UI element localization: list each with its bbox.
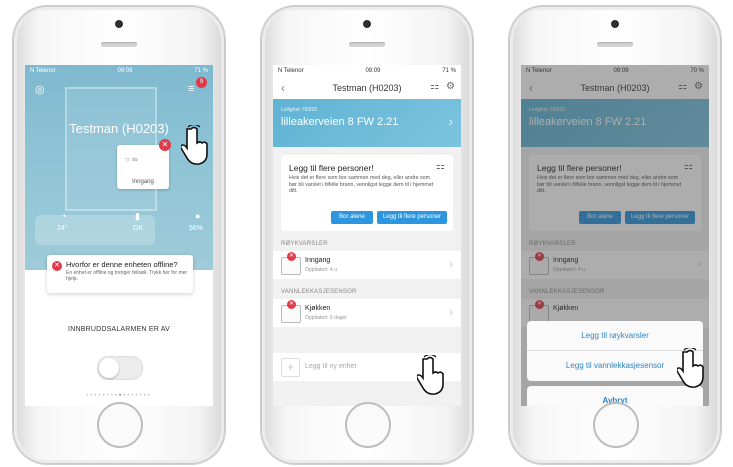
offline-alert-icon: ✕ bbox=[52, 261, 62, 271]
status-time: 09:09 bbox=[365, 68, 381, 74]
live-alone-button[interactable]: Bor alene bbox=[331, 211, 373, 224]
screen-home: N Telenor 09:08 71 % ◎ ≡ 9 Testman (H020… bbox=[25, 65, 213, 406]
device-name: Inngang bbox=[305, 257, 331, 264]
stat-temp: 24° bbox=[57, 225, 68, 232]
chevron-right-icon: › bbox=[449, 259, 453, 270]
phone-1: N Telenor 09:08 71 % ◎ ≡ 9 Testman (H020… bbox=[13, 6, 225, 464]
invite-title: Legg til flere personer! bbox=[289, 163, 374, 173]
stat-humidity: 56% bbox=[189, 225, 204, 232]
error-badge-icon: ✕ bbox=[287, 300, 296, 309]
offline-title: Hvorfor er denne enheten offline? bbox=[66, 260, 178, 269]
tap-hand-icon bbox=[677, 348, 704, 388]
earpiece-speaker bbox=[597, 42, 633, 47]
alarm-status-label: INNBRUDDSALARMEN ER AV bbox=[68, 326, 170, 333]
top-area: N Telenor 09:09 71 % ‹ Testman (H0203) ⚏… bbox=[273, 65, 461, 99]
device-error-badge-icon: ✕ bbox=[159, 139, 171, 151]
status-time: 09:08 bbox=[117, 68, 133, 74]
invite-desc: Hvis det er flere som bor sammen med deg… bbox=[289, 175, 434, 194]
chevron-right-icon: › bbox=[448, 113, 453, 129]
carrier-text: N Telenor bbox=[30, 68, 56, 74]
stat-ok: OK bbox=[133, 225, 144, 232]
front-camera bbox=[115, 20, 123, 28]
device-thumb-icon: ○ ∞ bbox=[125, 155, 138, 164]
phone-3: N Telenor 09:09 70 % ‹ Testman (H0203) ⚏… bbox=[509, 6, 721, 464]
tap-hand-icon bbox=[417, 355, 444, 395]
add-people-button[interactable]: Legg til flere personer bbox=[377, 211, 447, 224]
screen-add-device-sheet: N Telenor 09:09 70 % ‹ Testman (H0203) ⚏… bbox=[521, 65, 709, 406]
people-add-icon: ⚏ bbox=[436, 161, 445, 172]
offline-desc: En enhet er offline og trenger feilsøk. … bbox=[66, 270, 188, 282]
earpiece-speaker bbox=[101, 42, 137, 47]
address-label: lilleakerveien 8 FW 2.21 bbox=[281, 116, 399, 128]
device-updated: Oppdatert: 4 u bbox=[305, 267, 337, 273]
alarm-toggle-knob bbox=[99, 358, 119, 378]
add-device-label: Legg til ny enhet bbox=[305, 363, 357, 370]
location-icon[interactable]: ◎ bbox=[35, 83, 45, 96]
offline-help-card[interactable]: ✕ Hvorfor er denne enheten offline? En e… bbox=[47, 255, 193, 293]
screen-home-details: N Telenor 09:09 71 % ‹ Testman (H0203) ⚏… bbox=[273, 65, 461, 406]
carrier-text: N Telenor bbox=[278, 68, 304, 74]
apartment-label: Leilighet: H0202 bbox=[281, 107, 318, 113]
status-bar: N Telenor 09:08 71 % bbox=[25, 65, 213, 77]
nav-bar: ‹ Testman (H0203) ⚏ ⚙ bbox=[273, 77, 461, 99]
menu-badge: 9 bbox=[196, 77, 207, 88]
chevron-right-icon: › bbox=[449, 307, 453, 318]
add-smoke-detector-option[interactable]: Legg til røykvarsler bbox=[527, 321, 703, 351]
back-chevron-icon[interactable]: ‹ bbox=[281, 81, 285, 95]
home-button[interactable] bbox=[345, 402, 391, 448]
plus-icon: + bbox=[281, 358, 300, 377]
device-updated: Oppdatert: 6 dager bbox=[305, 315, 347, 321]
battery-text: 71 % bbox=[194, 68, 208, 74]
device-card[interactable]: ○ ∞ Inngang bbox=[117, 145, 169, 189]
home-button[interactable] bbox=[97, 402, 143, 448]
droplet-icon: ● bbox=[195, 211, 201, 221]
address-banner[interactable]: Leilighet: H0202 lilleakerveien 8 FW 2.2… bbox=[273, 99, 461, 147]
front-camera bbox=[363, 20, 371, 28]
tap-hand-icon bbox=[181, 125, 208, 165]
battery-icon: ▮ bbox=[135, 211, 140, 221]
thermometer-icon: • bbox=[63, 211, 67, 221]
battery-text: 71 % bbox=[442, 68, 456, 74]
earpiece-speaker bbox=[349, 42, 385, 47]
status-bar: N Telenor 09:09 71 % bbox=[273, 65, 461, 77]
list-item-smoke-inngang[interactable]: ✕ Inngang Oppdatert: 4 u › bbox=[273, 251, 461, 279]
error-badge-icon: ✕ bbox=[287, 252, 296, 261]
section-smoke-detectors: RØYKVARSLER bbox=[281, 241, 328, 247]
device-name: Kjøkken bbox=[305, 305, 331, 312]
section-water-leak-sensors: VANNLEKKASJESENSOR bbox=[281, 289, 357, 295]
page-indicator: •••••••••••••••• bbox=[86, 393, 152, 399]
front-camera bbox=[611, 20, 619, 28]
nav-title: Testman (H0203) bbox=[332, 83, 402, 93]
gear-icon[interactable]: ⚙ bbox=[446, 81, 455, 92]
invite-card: Legg til flere personer! ⚏ Hvis det er f… bbox=[281, 155, 453, 231]
home-button[interactable] bbox=[593, 402, 639, 448]
list-item-water-kjokken[interactable]: ✕ Kjøkken Oppdatert: 6 dager › bbox=[273, 299, 461, 327]
people-icon[interactable]: ⚏ bbox=[430, 81, 439, 92]
phone-2: N Telenor 09:09 71 % ‹ Testman (H0203) ⚏… bbox=[261, 6, 473, 464]
alarm-toggle[interactable] bbox=[97, 356, 143, 380]
device-label: Inngang bbox=[132, 179, 154, 185]
